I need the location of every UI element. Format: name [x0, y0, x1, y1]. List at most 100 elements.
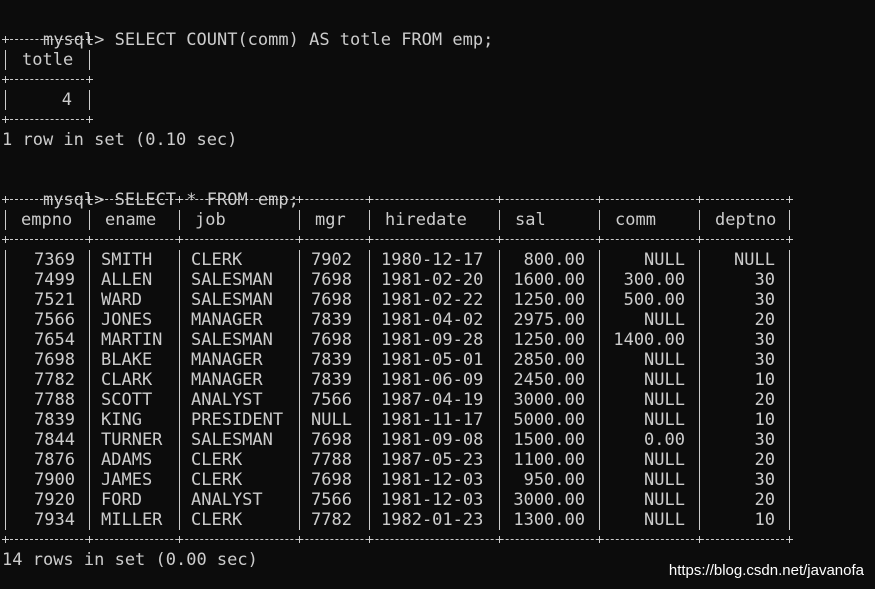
table-cell-job: CLERK: [191, 450, 243, 470]
table-cell-mgr: NULL: [311, 410, 352, 430]
table-cell-deptno: 30: [754, 330, 775, 350]
table-cell-mgr: 7902: [311, 250, 352, 270]
table-cell-deptno: 20: [754, 390, 775, 410]
border-corner: [596, 536, 603, 543]
table-cell-ename: JAMES: [101, 470, 153, 490]
table-row: 7934 MILLER CLERK 7782 1982-01-23 1300.00 NULL…: [2, 510, 802, 530]
border-corner: [296, 236, 303, 243]
table-cell-ename: SMITH: [101, 250, 153, 270]
column-header: ename: [105, 210, 157, 230]
status-line-2: 14 rows in set (0.00 sec): [2, 550, 258, 570]
table-cell-job: SALESMAN: [191, 290, 273, 310]
table-cell-ename: ADAMS: [101, 450, 153, 470]
table-cell-job: PRESIDENT: [191, 410, 284, 430]
table-cell-comm: NULL: [644, 450, 685, 470]
table-cell-hiredate: 1981-05-01: [381, 350, 484, 370]
table-cell-deptno: 30: [754, 470, 775, 490]
column-header: comm: [615, 210, 656, 230]
table-cell-empno: 7654: [34, 330, 75, 350]
table-cell-ename: FORD: [101, 490, 142, 510]
table-cell-job: ANALYST: [191, 390, 263, 410]
table-cell-deptno: 10: [754, 410, 775, 430]
table-cell-hiredate: 1982-01-23: [381, 510, 484, 530]
watermark: https://blog.csdn.net/javanofa: [668, 562, 864, 579]
table-border-mid: [5, 79, 89, 80]
column-header: sal: [515, 210, 546, 230]
table-border-bottom: [5, 119, 89, 120]
table-cell-ename: KING: [101, 410, 142, 430]
border-corner: [596, 236, 603, 243]
table-cell-mgr: 7788: [311, 450, 352, 470]
table-cell-comm: NULL: [644, 250, 685, 270]
table-cell-sal: 3000.00: [513, 490, 585, 510]
border-corner: [496, 536, 503, 543]
table-cell-mgr: 7782: [311, 510, 352, 530]
table-cell-mgr: 7698: [311, 470, 352, 490]
status-line-1: 1 row in set (0.10 sec): [2, 130, 238, 150]
table-cell-mgr: 7698: [311, 270, 352, 290]
table-cell-deptno: 20: [754, 310, 775, 330]
table-cell-empno: 7521: [34, 290, 75, 310]
count-value: 4: [61, 90, 72, 110]
column-header: hiredate: [385, 210, 467, 230]
table-cell-empno: 7876: [34, 450, 75, 470]
table-header-row: empno ename job mgr hiredate sal comm deptno: [2, 210, 802, 230]
table-cell-deptno: 30: [754, 430, 775, 450]
table-cell-empno: 7369: [34, 250, 75, 270]
table-cell-comm: NULL: [644, 390, 685, 410]
table-cell-empno: 7566: [34, 310, 75, 330]
table-cell-deptno: 10: [754, 370, 775, 390]
sql-command: SELECT COUNT(comm) AS totle FROM emp;: [114, 30, 494, 50]
table-cell-deptno: 10: [754, 510, 775, 530]
table-row: 7654 MARTIN SALESMAN 7698 1981-09-28 1250.00 1…: [2, 330, 802, 350]
table-cell-sal: 1250.00: [513, 290, 585, 310]
table-cell-sal: 800.00: [523, 250, 585, 270]
table-row: 7782 CLARK MANAGER 7839 1981-06-09 2450.00 NUL…: [2, 370, 802, 390]
table-cell-job: MANAGER: [191, 310, 263, 330]
table-cell-sal: 1100.00: [513, 450, 585, 470]
table-cell-empno: 7788: [34, 390, 75, 410]
table-cell-comm: 0.00: [644, 430, 685, 450]
table-cell-comm: NULL: [644, 510, 685, 530]
border-corner: [86, 536, 93, 543]
table-row: 7521 WARD SALESMAN 7698 1981-02-22 1250.00 500…: [2, 290, 802, 310]
table-cell-job: SALESMAN: [191, 430, 273, 450]
table-cell-empno: 7782: [34, 370, 75, 390]
table-cell-mgr: 7698: [311, 330, 352, 350]
table-cell-mgr: 7698: [311, 290, 352, 310]
table-cell-comm: 1400.00: [613, 330, 685, 350]
border-corner: [296, 536, 303, 543]
table-cell-hiredate: 1987-05-23: [381, 450, 484, 470]
table-row: 7839 KING PRESIDENT NULL 1981-11-17 5000.00 NU…: [2, 410, 802, 430]
table-cell-empno: 7844: [34, 430, 75, 450]
border-corner: [366, 536, 373, 543]
table-cell-sal: 1600.00: [513, 270, 585, 290]
table-cell-ename: MARTIN: [101, 330, 163, 350]
column-header: totle: [22, 50, 74, 70]
count-result-table: totle 4: [2, 30, 93, 123]
table-cell-hiredate: 1981-12-03: [381, 470, 484, 490]
border-corner: [366, 236, 373, 243]
table-row: 7876 ADAMS CLERK 7788 1987-05-23 1100.00 NULL 2…: [2, 450, 802, 470]
table-border-bottom: [5, 539, 789, 540]
table-cell-empno: 7920: [34, 490, 75, 510]
table-cell-hiredate: 1981-04-02: [381, 310, 484, 330]
table-cell-ename: JONES: [101, 310, 153, 330]
border-corner: [696, 196, 703, 203]
table-cell-job: SALESMAN: [191, 270, 273, 290]
table-cell-mgr: 7839: [311, 350, 352, 370]
column-header: job: [195, 210, 226, 230]
table-cell-ename: CLARK: [101, 370, 153, 390]
table-cell-job: CLERK: [191, 510, 243, 530]
table-cell-hiredate: 1981-09-08: [381, 430, 484, 450]
border-corner: [696, 236, 703, 243]
table-cell-mgr: 7566: [311, 490, 352, 510]
table-row: 7920 FORD ANALYST 7566 1981-12-03 3000.00 NULL…: [2, 490, 802, 510]
border-corner: [86, 236, 93, 243]
table-cell-mgr: 7698: [311, 430, 352, 450]
column-header: deptno: [715, 210, 777, 230]
table-cell-hiredate: 1987-04-19: [381, 390, 484, 410]
terminal-window[interactable]: mysql> SELECT COUNT(comm) AS totle FROM …: [2, 0, 875, 589]
border-corner: [176, 536, 183, 543]
table-cell-hiredate: 1981-06-09: [381, 370, 484, 390]
